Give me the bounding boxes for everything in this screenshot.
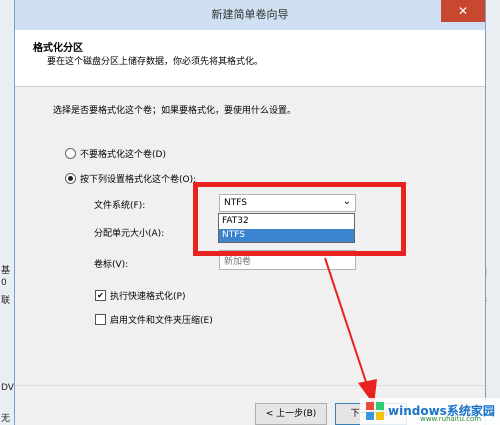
annotation-arrow (324, 257, 377, 405)
watermark: windows系统家园 www.ruhaitu.com (360, 398, 500, 425)
watermark-site: www.ruhaitu.com (420, 415, 482, 423)
windows-logo-icon (366, 402, 384, 420)
